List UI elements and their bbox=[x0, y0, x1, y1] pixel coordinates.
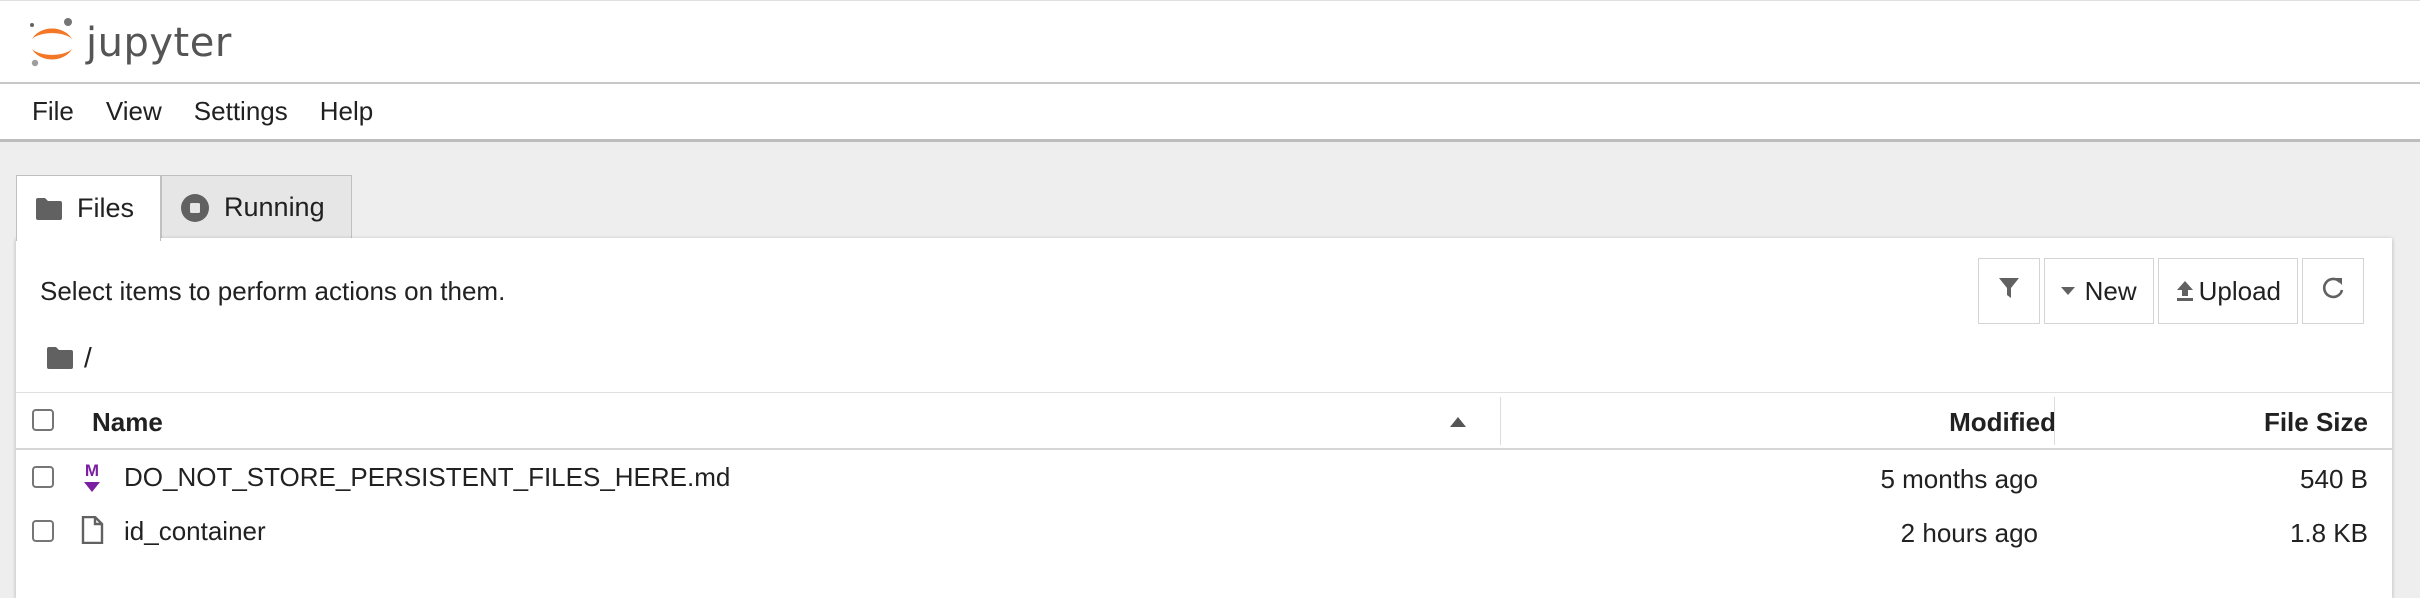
breadcrumb-root[interactable]: / bbox=[84, 342, 92, 374]
jupyter-logo-icon bbox=[30, 18, 72, 67]
filter-icon bbox=[1998, 276, 2020, 307]
file-row[interactable]: id_container 2 hours ago 1.8 KB bbox=[16, 504, 2392, 558]
caret-down-icon bbox=[2060, 287, 2075, 295]
menu-view[interactable]: View bbox=[90, 96, 178, 127]
refresh-icon bbox=[2320, 275, 2346, 308]
stop-circle-icon bbox=[180, 193, 210, 223]
menu-file[interactable]: File bbox=[0, 96, 90, 127]
column-divider[interactable] bbox=[2054, 397, 2055, 445]
row-checkbox[interactable] bbox=[32, 466, 54, 488]
file-name[interactable]: DO_NOT_STORE_PERSISTENT_FILES_HERE.md bbox=[124, 462, 730, 493]
markdown-icon: M bbox=[80, 460, 104, 499]
sort-ascending-icon bbox=[1450, 417, 1466, 427]
tab-bar: Files Running bbox=[16, 175, 352, 241]
file-name[interactable]: id_container bbox=[124, 516, 266, 547]
jupyter-logo[interactable]: jupyter bbox=[26, 15, 232, 71]
menu-help[interactable]: Help bbox=[304, 96, 389, 127]
file-modified: 5 months ago bbox=[1880, 464, 2038, 494]
tab-files-label: Files bbox=[77, 193, 135, 223]
selection-hint: Select items to perform actions on them. bbox=[40, 276, 506, 306]
menu-bar: File View Settings Help bbox=[0, 84, 2420, 142]
new-button-label: New bbox=[2084, 275, 2137, 306]
tab-running[interactable]: Running bbox=[161, 175, 352, 239]
new-button[interactable]: New bbox=[2043, 258, 2154, 324]
file-modified: 2 hours ago bbox=[1900, 518, 2038, 548]
jupyter-logo-text: jupyter bbox=[86, 20, 232, 66]
file-list-header: Name Modified File Size bbox=[16, 392, 2392, 450]
column-divider[interactable] bbox=[1500, 397, 1501, 445]
file-size: 1.8 KB bbox=[2289, 518, 2368, 548]
filter-button[interactable] bbox=[1977, 258, 2040, 324]
menu-settings[interactable]: Settings bbox=[178, 96, 304, 127]
upload-button-label: Upload bbox=[2198, 275, 2281, 306]
refresh-button[interactable] bbox=[2302, 258, 2364, 324]
upload-icon bbox=[2175, 279, 2195, 303]
file-row[interactable]: M DO_NOT_STORE_PERSISTENT_FILES_HERE.md … bbox=[16, 450, 2392, 504]
svg-text:M: M bbox=[85, 461, 99, 480]
select-all-checkbox[interactable] bbox=[32, 409, 54, 431]
breadcrumb-folder-icon[interactable] bbox=[46, 346, 74, 370]
tab-files[interactable]: Files bbox=[16, 175, 162, 241]
upload-button[interactable]: Upload bbox=[2157, 258, 2298, 324]
folder-icon bbox=[35, 197, 63, 221]
column-header-file-size[interactable]: File Size bbox=[2264, 407, 2368, 438]
top-header: jupyter bbox=[0, 0, 2420, 84]
file-toolbar: New Upload bbox=[1977, 258, 2364, 324]
tab-running-label: Running bbox=[224, 192, 325, 222]
file-icon bbox=[80, 515, 104, 549]
column-header-name[interactable]: Name bbox=[92, 407, 163, 438]
breadcrumb: / bbox=[46, 342, 92, 374]
file-browser-panel: Select items to perform actions on them.… bbox=[16, 238, 2392, 598]
file-size: 540 B bbox=[2300, 464, 2368, 494]
column-header-modified[interactable]: Modified bbox=[1949, 407, 2056, 438]
row-checkbox[interactable] bbox=[32, 520, 54, 542]
